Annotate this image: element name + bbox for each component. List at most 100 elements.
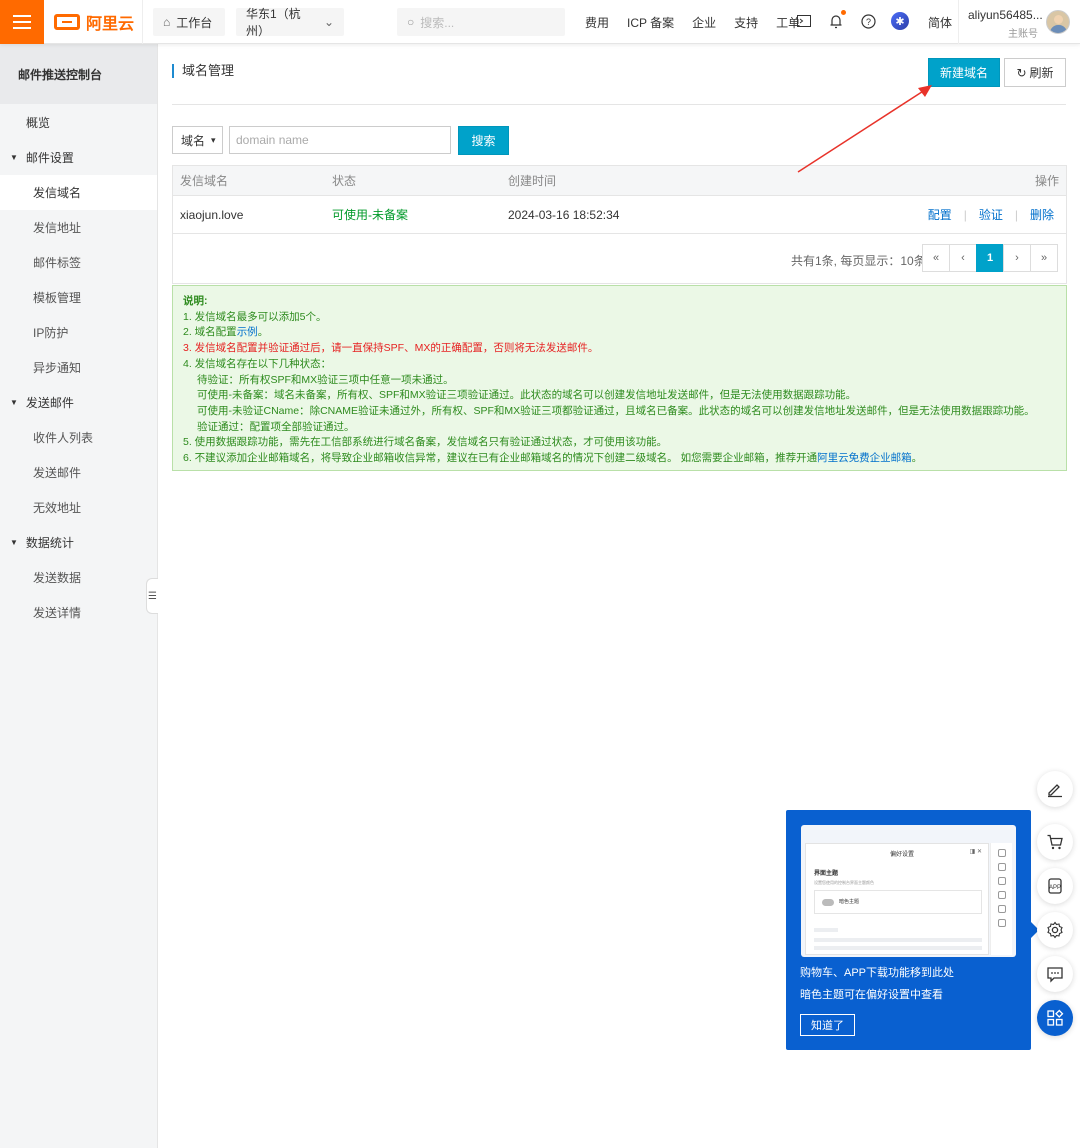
chat-icon[interactable] <box>1037 956 1073 992</box>
notice-text: 6. 不建议添加企业邮箱域名，将导致企业邮箱收信异常，建议在已有企业邮箱域名的情… <box>183 452 818 465</box>
aliyun-logo[interactable]: 阿里云 <box>54 10 134 34</box>
example-link[interactable]: 示例 <box>237 326 258 338</box>
feedback-edit-icon[interactable] <box>1037 771 1073 807</box>
annotation-arrow <box>797 85 932 173</box>
notice-warning: 3. 发信域名配置并验证通过后，请一直保持SPF、MX的正确配置，否则将无法发送… <box>183 342 599 355</box>
nav-support[interactable]: 支持 <box>734 14 758 31</box>
global-search-input[interactable]: ○ 搜索... <box>397 8 565 36</box>
nav-icp[interactable]: ICP 备案 <box>627 14 674 31</box>
cart-icon <box>997 849 1006 857</box>
notice-line: 2. 域名配置示例。 <box>183 325 1056 341</box>
page-prev-button[interactable]: ‹ <box>949 244 977 272</box>
group-label: 数据统计 <box>25 536 74 550</box>
bell-icon[interactable] <box>827 10 846 30</box>
app-store-icon[interactable]: ✱ <box>891 12 909 30</box>
toggle-icon <box>822 899 834 906</box>
aliyun-logo-icon <box>54 14 80 30</box>
menu-icon[interactable] <box>0 0 44 44</box>
logo-text: 阿里云 <box>86 16 135 33</box>
preview-panel: 偏好设置 ◨ ✕ 界面主题 设置您使用的控制台界面主题颜色 暗色主题 <box>805 843 989 955</box>
filter-field-select[interactable]: 域名 ▾ <box>172 126 223 154</box>
notice-line: 可使用-未验证CName：除CNAME验证未通过外，所有权、SPF和MX验证三项… <box>197 404 1035 417</box>
page-next-button[interactable]: › <box>1003 244 1031 272</box>
notice-line: 验证通过：配置项全部验证通过。 <box>197 420 355 433</box>
nav-billing[interactable]: 费用 <box>585 14 609 31</box>
sidebar-item-send-data[interactable]: 发送数据 <box>0 560 157 595</box>
sidebar-item-ip-protection[interactable]: IP防护 <box>0 315 157 350</box>
region-selector[interactable]: 华东1（杭州） ⌄ <box>236 7 344 38</box>
svg-text:?: ? <box>865 17 870 27</box>
user-role: 主账号 <box>1008 29 1038 40</box>
sidebar-collapse-icon[interactable]: ☰ <box>146 578 158 614</box>
col-header-domain: 发信域名 <box>180 174 229 188</box>
free-enterprise-mail-link[interactable]: 阿里云免费企业邮箱 <box>817 452 912 464</box>
pagination-summary: 共有1条, 每页显示：10条 <box>791 254 926 268</box>
configure-link[interactable]: 配置 <box>928 206 952 223</box>
workbench-label: 工作台 <box>176 15 213 30</box>
sidebar-group-send-mail[interactable]: ▼ 发送邮件 <box>0 385 157 420</box>
sidebar-item-templates[interactable]: 模板管理 <box>0 280 157 315</box>
sidebar-item-mail-tags[interactable]: 邮件标签 <box>0 245 157 280</box>
instructions-notice: 说明: 1. 发信域名最多可以添加5个。 2. 域名配置示例。 3. 发信域名配… <box>172 285 1067 471</box>
cart-icon[interactable] <box>1037 824 1073 860</box>
refresh-label: 刷新 <box>1029 66 1054 80</box>
verify-link[interactable]: 验证 <box>979 206 1003 223</box>
sidebar-item-recipient-list[interactable]: 收件人列表 <box>0 420 157 455</box>
tip-text-line2: 暗色主题可在偏好设置中查看 <box>800 989 943 1001</box>
preview-panel-heading: 界面主题 <box>814 871 839 877</box>
caret-down-icon: ▼ <box>10 153 18 162</box>
refresh-icon: ↻ <box>1016 65 1027 80</box>
sidebar-item-async-notify[interactable]: 异步通知 <box>0 350 157 385</box>
sidebar-item-send-mail[interactable]: 发送邮件 <box>0 455 157 490</box>
got-it-button[interactable]: 知道了 <box>800 1014 855 1036</box>
sidebar-item-sender-address[interactable]: 发信地址 <box>0 210 157 245</box>
separator: | <box>963 207 967 222</box>
edit-icon <box>997 905 1006 913</box>
preview-panel-title: 偏好设置 <box>890 852 915 858</box>
page-last-button[interactable]: » <box>1030 244 1058 272</box>
sidebar-item-send-details[interactable]: 发送详情 <box>0 595 157 630</box>
preview-panel-subtitle: 设置您使用的控制台界面主题颜色 <box>814 880 874 885</box>
terminal-icon[interactable] <box>795 12 813 30</box>
preferences-preview-image: 偏好设置 ◨ ✕ 界面主题 设置您使用的控制台界面主题颜色 暗色主题 <box>801 825 1016 957</box>
avatar[interactable] <box>1046 10 1070 34</box>
preview-side-rail <box>990 843 1012 955</box>
sidebar-item-overview[interactable]: 概览 <box>0 105 157 140</box>
page-1-button[interactable]: 1 <box>976 244 1004 272</box>
preview-toggle-label: 暗色主题 <box>839 899 860 905</box>
language-switcher[interactable]: 简体 <box>928 14 952 31</box>
search-icon: ○ <box>407 15 415 29</box>
region-label: 华东1（杭州） <box>246 7 301 38</box>
chat-icon <box>997 919 1006 927</box>
user-name[interactable]: aliyun56485... <box>968 8 1043 22</box>
sidebar-item-invalid-address[interactable]: 无效地址 <box>0 490 157 525</box>
share-icon <box>997 877 1006 885</box>
domain-search-input[interactable] <box>229 126 451 154</box>
nav-enterprise[interactable]: 企业 <box>692 14 716 31</box>
gear-icon[interactable] <box>1037 912 1073 948</box>
notice-line: 5. 使用数据跟踪功能，需先在工信部系统进行域名备案，发信域名只有验证通过状态，… <box>183 436 668 449</box>
notice-line: 4. 发信域名存在以下几种状态： <box>183 357 332 370</box>
notice-line: 待验证：所有权SPF和MX验证三项中任意一项未通过。 <box>197 373 454 386</box>
divider <box>958 0 959 44</box>
sidebar-group-mail-settings[interactable]: ▼ 邮件设置 <box>0 140 157 175</box>
sidebar-group-statistics[interactable]: ▼ 数据统计 <box>0 525 157 560</box>
cell-domain: xiaojun.love <box>180 207 244 222</box>
sidebar-item-sender-domain[interactable]: 发信域名 <box>0 175 157 210</box>
refresh-button[interactable]: ↻ 刷新 <box>1004 58 1066 87</box>
notice-line: 1. 发信域名最多可以添加5个。 <box>183 310 327 323</box>
chevron-down-icon: ⌄ <box>323 15 334 29</box>
app-download-icon[interactable]: APP <box>1037 868 1073 904</box>
cell-actions: 配置 | 验证 | 删除 <box>928 206 1054 223</box>
help-icon[interactable]: ? <box>859 12 877 30</box>
col-header-actions: 操作 <box>1034 174 1059 188</box>
cell-status: 可使用-未备案 <box>332 208 408 222</box>
separator: | <box>1014 207 1018 222</box>
search-button[interactable]: 搜索 <box>458 126 509 155</box>
workbench-button[interactable]: ⌂ 工作台 <box>153 8 225 36</box>
page-first-button[interactable]: « <box>922 244 950 272</box>
svg-text:APP: APP <box>1049 885 1061 891</box>
sidebar: 邮件推送控制台 概览 ▼ 邮件设置 发信域名 发信地址 邮件标签 模板管理 IP… <box>0 44 158 1148</box>
delete-link[interactable]: 删除 <box>1030 206 1054 223</box>
apps-grid-icon[interactable] <box>1037 1000 1073 1036</box>
